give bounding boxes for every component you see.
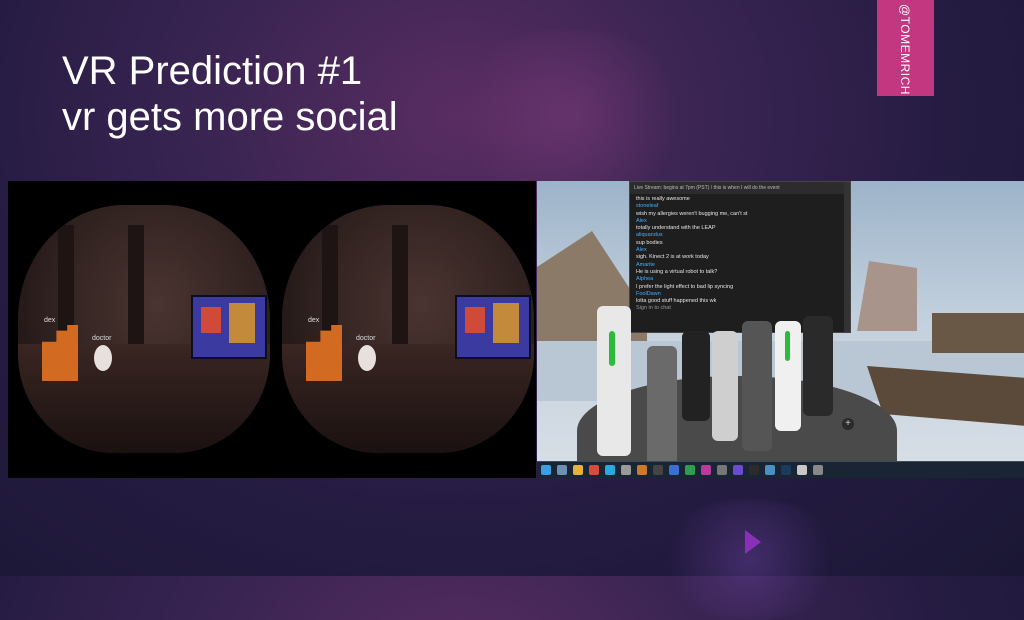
- avatar-face: [94, 345, 112, 371]
- chat-header: Live Stream: begins at 7pm (PST) / this …: [630, 182, 850, 194]
- avatar-dark: [803, 316, 833, 416]
- chat-line: He is using a virtual robot to talk?: [636, 268, 718, 275]
- avatar-white-suit: [597, 306, 631, 456]
- app-icon[interactable]: [733, 465, 743, 475]
- chat-line: stoneleaf: [636, 203, 659, 210]
- avatar-label: doctor: [356, 335, 376, 342]
- app-icon[interactable]: [685, 465, 695, 475]
- virtual-tv-screen: [455, 295, 531, 359]
- app-icon[interactable]: [797, 465, 807, 475]
- app-icon[interactable]: [749, 465, 759, 475]
- background-glow: [440, 30, 700, 200]
- avatar-dark: [682, 331, 710, 421]
- orange-avatar: [42, 325, 78, 381]
- boat-cabin: [932, 313, 1024, 353]
- search-icon[interactable]: [557, 465, 567, 475]
- avatar-green-tie: [785, 331, 790, 361]
- orange-avatar: [306, 325, 342, 381]
- title-line-2: vr gets more social: [62, 95, 398, 139]
- decorative-triangle: [745, 530, 761, 554]
- chrome-icon[interactable]: [589, 465, 599, 475]
- chat-line: wish my allergies weren't bugging me, ca…: [636, 210, 748, 217]
- chat-line: I prefer the light effect to bad lip syn…: [636, 283, 734, 290]
- chat-line: Alphea: [636, 276, 654, 283]
- twitter-handle-text: @TOMEMRICH: [898, 4, 912, 95]
- avatar-grey: [742, 321, 772, 451]
- vr-left-eye-view: dex doctor: [18, 205, 270, 453]
- windows-taskbar: [537, 461, 1024, 478]
- chat-line: FoolDawn: [636, 290, 661, 297]
- chat-scrollbar[interactable]: [844, 182, 850, 332]
- avatar-label: doctor: [92, 335, 112, 342]
- chat-messages: this is really awesome stoneleaf wish my a…: [630, 194, 850, 315]
- chat-line: sup bodies: [636, 239, 663, 246]
- avatar-grey: [647, 346, 677, 466]
- chat-line: Amarite: [636, 261, 655, 268]
- avatar-label: dex: [308, 317, 320, 324]
- crosshair-icon: +: [842, 418, 854, 430]
- background-glow: [650, 500, 850, 620]
- twitter-handle-tag: @TOMEMRICH: [877, 0, 934, 96]
- chat-line: Alex: [636, 247, 647, 254]
- vr-right-eye-view: dex doctor: [282, 205, 534, 453]
- chat-line: Sign in to chat: [636, 305, 671, 312]
- app-icon[interactable]: [765, 465, 775, 475]
- file-explorer-icon[interactable]: [573, 465, 583, 475]
- start-icon[interactable]: [541, 465, 551, 475]
- vr-social-world-screenshot: Live Stream: begins at 7pm (PST) / this …: [537, 181, 1024, 478]
- steam-icon[interactable]: [781, 465, 791, 475]
- app-icon[interactable]: [653, 465, 663, 475]
- mountain: [857, 261, 917, 331]
- avatar-face: [358, 345, 376, 371]
- chat-line: Alex: [636, 217, 647, 224]
- chat-line: this is really awesome: [636, 196, 690, 202]
- avatar-green-tie: [609, 331, 615, 366]
- app-icon[interactable]: [717, 465, 727, 475]
- avatar-label: dex: [44, 317, 56, 324]
- app-icon[interactable]: [621, 465, 631, 475]
- title-line-1: VR Prediction #1: [62, 49, 363, 93]
- chat-window[interactable]: Live Stream: begins at 7pm (PST) / this …: [629, 181, 851, 333]
- avatar-light: [712, 331, 738, 441]
- chat-line: totally understand with the LEAP: [636, 225, 716, 232]
- app-icon[interactable]: [637, 465, 647, 475]
- chat-line: sigh. Kinect 2 is at work today: [636, 254, 709, 261]
- app-icon[interactable]: [669, 465, 679, 475]
- virtual-tv-screen: [191, 295, 267, 359]
- vr-stereo-screenshot: dex doctor dex doctor: [8, 181, 536, 478]
- chat-line: aliquandus: [636, 232, 663, 239]
- app-icon[interactable]: [701, 465, 711, 475]
- slide-title: VR Prediction #1 vr gets more social: [62, 48, 398, 140]
- chat-line: lotta good stuff happened this wk: [636, 298, 717, 305]
- skype-icon[interactable]: [605, 465, 615, 475]
- app-icon[interactable]: [813, 465, 823, 475]
